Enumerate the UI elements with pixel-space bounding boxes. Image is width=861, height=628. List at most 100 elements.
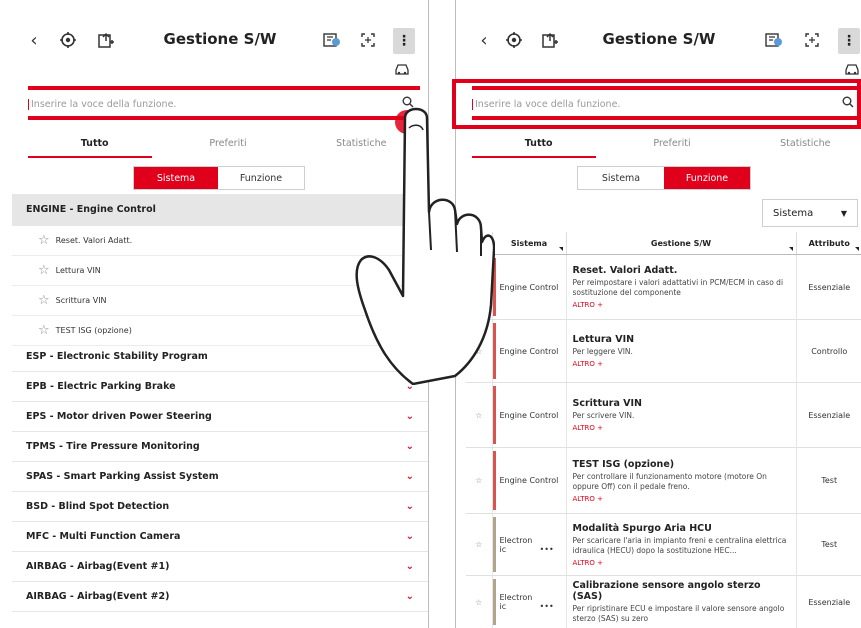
tab-preferiti[interactable]: Preferiti <box>605 132 738 156</box>
header-label: Gestione S/W <box>650 238 712 248</box>
view-toggle: Sistema Funzione <box>133 166 305 190</box>
group-tpms[interactable]: TPMS - Tire Pressure Monitoring ⌄ <box>12 432 428 462</box>
group-label: AIRBAG - Airbag(Event #2) <box>26 591 170 602</box>
car-icon[interactable] <box>844 62 860 80</box>
system-label: Engine Control <box>499 476 559 485</box>
function-cell[interactable]: Reset. Valori Adatt. Per reimpostare i va… <box>565 254 796 320</box>
kebab-menu-icon[interactable]: ⋮ <box>838 28 860 54</box>
car-icon[interactable] <box>394 62 410 80</box>
screenshot-icon[interactable] <box>356 22 380 58</box>
header-gestione[interactable]: Gestione S/W <box>565 232 796 255</box>
table-row[interactable]: ☆ Engine Control Scrittura VIN Per scrive… <box>466 382 861 448</box>
more-link[interactable]: ALTRO + <box>573 495 790 503</box>
caret-down-icon: ▼ <box>840 208 847 218</box>
list-item-label: Scrittura VIN <box>55 296 107 305</box>
tab-statistiche[interactable]: Statistiche <box>739 132 861 156</box>
function-cell[interactable]: Scrittura VIN Per scrivere VIN. ALTRO + <box>565 382 796 448</box>
system-cell: Engine Control <box>491 319 566 383</box>
header-attributo[interactable]: Attributo <box>795 232 861 255</box>
system-cell: Electron ic ••• <box>491 575 566 628</box>
table-row[interactable]: ☆ Electron ic ••• Modalità Spurgo Aria HC… <box>466 513 861 576</box>
kebab-menu-icon[interactable]: ⋮ <box>393 28 415 54</box>
dropdown-value: Sistema <box>773 207 814 219</box>
star-icon[interactable]: ☆ <box>38 263 50 278</box>
group-airbag-2[interactable]: AIRBAG - Airbag(Event #2) ⌄ <box>12 582 428 612</box>
list-item-label: Reset. Valori Adatt. <box>55 236 133 245</box>
more-link[interactable]: ALTRO + <box>573 301 790 309</box>
chevron-down-icon[interactable]: ⌄ <box>406 561 414 572</box>
function-cell[interactable]: Modalità Spurgo Aria HCU Per scaricare l'… <box>565 513 796 576</box>
system-label: Electron ic <box>499 535 533 554</box>
toggle-funzione[interactable]: Funzione <box>218 167 304 189</box>
header-label: Attributo <box>808 238 850 248</box>
group-label: EPS - Motor driven Power Steering <box>26 411 212 422</box>
tab-tutto[interactable]: Tutto <box>28 132 161 156</box>
attribute-cell: Essenziale <box>795 254 861 320</box>
star-icon[interactable]: ☆ <box>466 447 492 514</box>
table-row[interactable]: ☆ Engine Control Reset. Valori Adatt.Per… <box>466 254 861 320</box>
system-label: Engine Control <box>499 346 559 356</box>
search-placeholder: Inserire la voce della funzione. <box>28 98 176 110</box>
function-cell[interactable]: Calibrazione sensore angolo sterzo (SAS)… <box>565 575 796 628</box>
ellipsis-icon[interactable]: ••• <box>540 545 554 554</box>
toggle-sistema[interactable]: Sistema <box>578 167 664 189</box>
group-spas[interactable]: SPAS - Smart Parking Assist System ⌄ <box>12 462 428 492</box>
system-label: Electron ic <box>499 593 533 611</box>
screenshot-icon[interactable] <box>800 22 824 58</box>
function-cell[interactable]: TEST ISG (opzione) Per controllare il fun… <box>565 447 796 514</box>
group-bsd[interactable]: BSD - Blind Spot Detection ⌄ <box>12 492 428 522</box>
header-label: Sistema <box>510 238 548 248</box>
group-eps[interactable]: EPS - Motor driven Power Steering ⌄ <box>12 402 428 432</box>
toggle-funzione[interactable]: Funzione <box>664 167 750 189</box>
function-desc: Per scaricare l'aria in impianto freni e… <box>572 535 787 555</box>
system-cell: Electron ic ••• <box>491 513 566 576</box>
group-label: EPB - Electric Parking Brake <box>26 381 176 392</box>
star-icon[interactable]: ☆ <box>38 293 50 308</box>
chevron-down-icon[interactable]: ⌄ <box>406 531 414 542</box>
star-icon[interactable]: ☆ <box>466 382 492 448</box>
star-icon[interactable]: ☆ <box>38 233 50 248</box>
function-desc: Per reimpostare i valori adattativi in P… <box>572 278 784 297</box>
system-stripe <box>492 517 496 572</box>
table-header: Sistema Gestione S/W Attributo <box>466 232 861 255</box>
chevron-down-icon[interactable]: ⌄ <box>406 471 414 482</box>
attribute-cell: Essenziale <box>795 382 861 448</box>
sort-icon <box>558 247 563 251</box>
system-cell: Engine Control <box>491 447 566 514</box>
table-row[interactable]: ☆ Engine Control Lettura VIN Per leggere … <box>466 319 861 383</box>
tab-preferiti[interactable]: Preferiti <box>161 132 294 156</box>
function-desc: Per leggere VIN. <box>572 347 633 356</box>
more-link[interactable]: ALTRO + <box>573 559 790 567</box>
system-stripe <box>492 579 496 625</box>
dtc-icon[interactable] <box>762 22 786 58</box>
more-link[interactable]: ALTRO + <box>573 360 790 368</box>
group-label: ENGINE - Engine Control <box>26 204 156 215</box>
chevron-down-icon[interactable]: ⌄ <box>406 501 414 512</box>
star-icon[interactable]: ☆ <box>466 513 492 576</box>
star-icon[interactable]: ☆ <box>466 575 492 628</box>
filter-dropdown[interactable]: Sistema ▼ <box>762 199 858 227</box>
group-mfc[interactable]: MFC - Multi Function Camera ⌄ <box>12 522 428 552</box>
function-desc: Per controllare il funzionamento motore … <box>572 471 767 491</box>
chevron-down-icon[interactable]: ⌄ <box>406 441 414 452</box>
more-link[interactable]: ALTRO + <box>573 424 790 432</box>
function-title: TEST ISG (opzione) <box>572 458 675 470</box>
system-stripe <box>492 386 496 444</box>
pointing-hand-icon <box>355 107 495 385</box>
header-sistema[interactable]: Sistema <box>491 232 566 255</box>
table-row[interactable]: ☆ Electron ic ••• Calibrazione sensore an… <box>466 575 861 628</box>
function-title: Lettura VIN <box>572 334 635 345</box>
top-bar: ‹ Gestione S/W ⋮ <box>12 22 428 58</box>
toggle-sistema[interactable]: Sistema <box>134 167 218 189</box>
sort-icon <box>855 247 859 251</box>
function-cell[interactable]: Lettura VIN Per leggere VIN. ALTRO + <box>565 319 796 383</box>
ellipsis-icon[interactable]: ••• <box>540 602 554 611</box>
chevron-down-icon[interactable]: ⌄ <box>406 591 414 602</box>
attribute-cell: Controllo <box>795 319 861 383</box>
chevron-down-icon[interactable]: ⌄ <box>406 411 414 422</box>
table-row[interactable]: ☆ Engine Control TEST ISG (opzione) Per c… <box>466 447 861 514</box>
star-icon[interactable]: ☆ <box>38 323 50 338</box>
group-airbag-1[interactable]: AIRBAG - Airbag(Event #1) ⌄ <box>12 552 428 582</box>
dtc-icon[interactable] <box>320 22 344 58</box>
group-label: TPMS - Tire Pressure Monitoring <box>26 441 200 452</box>
